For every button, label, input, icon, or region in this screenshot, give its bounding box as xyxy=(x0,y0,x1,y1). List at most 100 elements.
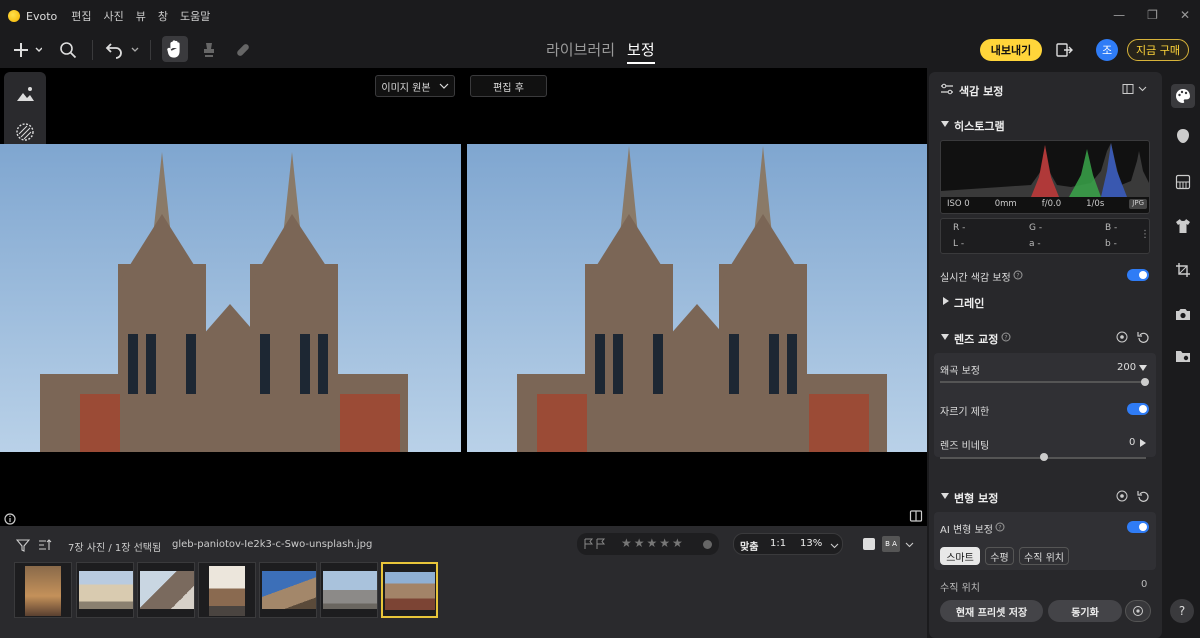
hand-tool-icon[interactable] xyxy=(162,36,188,62)
color-adjust-panel: 색감 보정 히스토그램 ISO 0 0mm f/0.0 1/0s JPG R -… xyxy=(929,72,1162,638)
distortion-label: 왜곡 보정 xyxy=(940,366,980,377)
thumbnail-4[interactable] xyxy=(198,562,256,618)
dropdown-triangle-icon[interactable] xyxy=(1139,365,1147,371)
crop-icon[interactable] xyxy=(1173,260,1193,280)
readout-a: a - xyxy=(1029,239,1041,249)
gear-icon xyxy=(1133,606,1143,616)
export-panel-icon[interactable] xyxy=(1054,40,1074,60)
chevron-down-icon[interactable] xyxy=(905,542,914,548)
expand-triangle-icon[interactable] xyxy=(1140,439,1146,447)
restore-icon[interactable]: ❐ xyxy=(1147,8,1158,22)
chip-horizontal[interactable]: 수평 xyxy=(985,547,1014,565)
chip-vertical-position[interactable]: 수직 위치 xyxy=(1019,547,1069,565)
add-icon[interactable] xyxy=(12,40,42,60)
sync-settings-button[interactable] xyxy=(1125,600,1151,622)
menu-edit[interactable]: 편집 xyxy=(71,8,91,24)
after-photo xyxy=(467,144,927,452)
stamp-tool-icon[interactable] xyxy=(200,40,218,60)
view-mode-select[interactable]: 이미지 원본 xyxy=(375,75,455,97)
mask-icon[interactable] xyxy=(11,118,39,146)
clothing-icon[interactable] xyxy=(1173,216,1193,236)
folder-settings-icon[interactable] xyxy=(1173,346,1193,366)
svg-text:?: ? xyxy=(998,525,1001,532)
grain-title[interactable]: 그레인 xyxy=(954,295,984,311)
face-retouch-icon[interactable] xyxy=(1173,126,1193,146)
vignette-slider-knob[interactable] xyxy=(1040,453,1048,461)
undo-icon[interactable] xyxy=(104,40,140,60)
collapse-triangle-icon[interactable] xyxy=(941,493,949,499)
thumbnail-3[interactable] xyxy=(137,562,195,618)
sort-icon[interactable] xyxy=(38,537,52,551)
info-icon[interactable] xyxy=(4,510,16,525)
distortion-slider-knob[interactable] xyxy=(1141,378,1149,386)
menu-help[interactable]: 도움말 xyxy=(180,8,210,24)
save-preset-button[interactable]: 현재 프리셋 저장 xyxy=(940,600,1043,622)
expand-triangle-icon[interactable] xyxy=(943,297,949,305)
minimize-icon[interactable]: — xyxy=(1113,8,1125,22)
zoom-value[interactable]: 13% xyxy=(800,538,822,549)
menu-window[interactable]: 창 xyxy=(158,8,168,24)
transform-title[interactable]: 변형 보정 xyxy=(954,490,998,506)
histogram-title[interactable]: 히스토그램 xyxy=(954,118,1005,134)
distortion-slider[interactable] xyxy=(940,381,1146,383)
auto-adjust-icon[interactable] xyxy=(11,80,39,108)
thumbnail-1[interactable] xyxy=(14,562,72,618)
vignette-value[interactable]: 0 xyxy=(1129,437,1135,448)
crop-limit-toggle[interactable] xyxy=(1127,403,1149,415)
fit-button[interactable]: 맞춤 xyxy=(740,538,758,553)
lens-title[interactable]: 렌즈 교정 xyxy=(954,331,998,347)
close-icon[interactable]: ✕ xyxy=(1180,8,1190,22)
compare-split-icon[interactable] xyxy=(909,508,923,522)
ai-transform-toggle[interactable] xyxy=(1127,521,1149,533)
menu-photo[interactable]: 사진 xyxy=(103,8,123,24)
distortion-value[interactable]: 200 xyxy=(1117,362,1136,373)
thumbnail-6[interactable] xyxy=(320,562,378,618)
chevron-down-icon[interactable] xyxy=(830,543,839,549)
search-icon[interactable] xyxy=(58,40,78,60)
help-icon[interactable]: ? xyxy=(1001,332,1011,342)
vertical-value[interactable]: 0 xyxy=(1141,579,1147,590)
tab-library[interactable]: 라이브러리 xyxy=(546,39,615,64)
palette-icon[interactable] xyxy=(1171,84,1195,108)
thumbnail-2[interactable] xyxy=(76,562,134,618)
buy-now-button[interactable]: 지금 구매 xyxy=(1127,39,1189,61)
camera-icon[interactable] xyxy=(1173,304,1193,324)
help-icon[interactable]: ? xyxy=(995,522,1005,532)
star-rating[interactable]: ★★★★★ xyxy=(621,536,685,550)
realtime-toggle[interactable] xyxy=(1127,269,1149,281)
vertical-label: 수직 위치 xyxy=(940,583,980,594)
collapse-triangle-icon[interactable] xyxy=(941,334,949,340)
thumbnail-5[interactable] xyxy=(259,562,317,618)
filter-icon[interactable] xyxy=(15,537,31,552)
reset-icon[interactable] xyxy=(1137,331,1149,343)
window-controls: — ❐ ✕ xyxy=(1113,8,1190,22)
sync-button[interactable]: 동기화 xyxy=(1048,600,1122,622)
collapse-triangle-icon[interactable] xyxy=(941,121,949,127)
help-button[interactable]: ? xyxy=(1170,599,1194,623)
export-button[interactable]: 내보내기 xyxy=(980,39,1042,61)
eye-icon[interactable] xyxy=(1116,490,1128,502)
more-icon[interactable]: ⋮ xyxy=(1140,229,1150,240)
help-icon[interactable]: ? xyxy=(1013,270,1023,280)
single-view-icon[interactable] xyxy=(863,538,875,550)
tab-retouch[interactable]: 보정 xyxy=(627,39,655,64)
before-after-icon[interactable]: B A xyxy=(882,536,900,552)
chip-smart[interactable]: 스마트 xyxy=(940,547,980,565)
after-edit-button[interactable]: 편집 후 xyxy=(470,75,547,97)
bandage-tool-icon[interactable] xyxy=(234,40,252,60)
background-icon[interactable] xyxy=(1173,172,1193,192)
avatar[interactable]: 조 xyxy=(1096,39,1118,61)
filename-text: gleb-paniotov-Ie2k3-c-Swo-unsplash.jpg xyxy=(172,539,373,550)
reset-icon[interactable] xyxy=(1137,490,1149,502)
eye-icon[interactable] xyxy=(1116,331,1128,343)
thumbnail-7-selected[interactable] xyxy=(381,562,438,618)
panel-layout-icon[interactable] xyxy=(1122,84,1150,94)
flag-icon[interactable] xyxy=(583,538,609,550)
color-label-icon[interactable] xyxy=(703,540,712,549)
one-to-one-button[interactable]: 1:1 xyxy=(770,538,786,549)
title-bar: Evoto 편집 사진 뷰 창 도움말 — ❐ ✕ xyxy=(0,0,1200,32)
menu-view[interactable]: 뷰 xyxy=(136,8,146,24)
evoto-logo-icon xyxy=(8,10,20,22)
readout-l: L - xyxy=(953,239,965,249)
exif-aperture: f/0.0 xyxy=(1041,199,1062,209)
